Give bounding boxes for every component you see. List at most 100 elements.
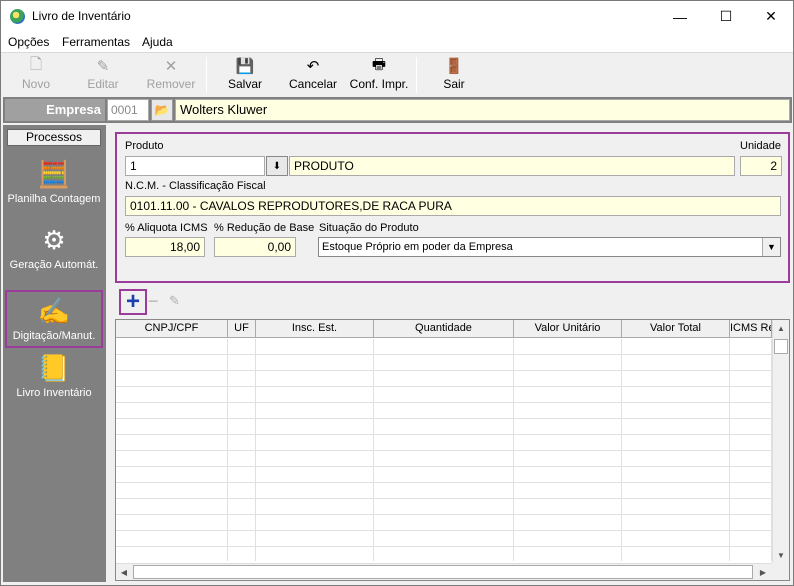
table-cell[interactable] (116, 419, 228, 435)
sidebar-item-digitacao-manut[interactable]: ✍ Digitação/Manut. (5, 290, 103, 348)
table-cell[interactable] (514, 515, 622, 531)
table-row[interactable] (116, 499, 772, 515)
table-cell[interactable] (622, 483, 730, 499)
edit-row-button[interactable]: ✎ (169, 293, 187, 311)
table-cell[interactable] (622, 499, 730, 515)
table-cell[interactable] (730, 547, 772, 561)
table-cell[interactable] (374, 387, 514, 403)
table-cell[interactable] (622, 339, 730, 355)
table-cell[interactable] (228, 467, 256, 483)
table-cell[interactable] (116, 339, 228, 355)
table-cell[interactable] (228, 531, 256, 547)
table-cell[interactable] (228, 483, 256, 499)
table-cell[interactable] (116, 483, 228, 499)
table-cell[interactable] (622, 419, 730, 435)
ncm-field[interactable]: 0101.11.00 - CAVALOS REPRODUTORES,DE RAC… (125, 196, 781, 216)
unidade-field[interactable]: 2 (740, 156, 782, 176)
table-cell[interactable] (374, 419, 514, 435)
col-valor-unitario[interactable]: Valor Unitário (514, 320, 622, 338)
table-cell[interactable] (514, 531, 622, 547)
menu-ajuda[interactable]: Ajuda (142, 35, 173, 49)
table-row[interactable] (116, 467, 772, 483)
table-cell[interactable] (622, 371, 730, 387)
scroll-left-icon[interactable]: ◀ (116, 564, 132, 580)
table-cell[interactable] (256, 355, 374, 371)
table-cell[interactable] (116, 355, 228, 371)
table-cell[interactable] (228, 499, 256, 515)
table-cell[interactable] (116, 435, 228, 451)
table-cell[interactable] (514, 547, 622, 561)
table-cell[interactable] (228, 403, 256, 419)
empresa-name-field[interactable]: Wolters Kluwer (175, 99, 790, 121)
table-cell[interactable] (730, 451, 772, 467)
table-cell[interactable] (374, 547, 514, 561)
table-row[interactable] (116, 339, 772, 355)
table-cell[interactable] (228, 371, 256, 387)
scroll-down-icon[interactable]: ▼ (773, 547, 789, 564)
horizontal-scroll-thumb[interactable] (133, 565, 753, 579)
col-valor-total[interactable]: Valor Total (622, 320, 730, 338)
col-cnpj-cpf[interactable]: CNPJ/CPF (116, 320, 228, 338)
vertical-scrollbar[interactable]: ▲ ▼ (772, 320, 789, 564)
table-cell[interactable] (622, 435, 730, 451)
table-cell[interactable] (730, 483, 772, 499)
table-cell[interactable] (730, 419, 772, 435)
table-cell[interactable] (514, 435, 622, 451)
table-cell[interactable] (374, 467, 514, 483)
table-cell[interactable] (374, 371, 514, 387)
close-button[interactable]: ✕ (748, 1, 794, 32)
table-cell[interactable] (622, 515, 730, 531)
table-cell[interactable] (228, 547, 256, 561)
table-cell[interactable] (622, 531, 730, 547)
table-row[interactable] (116, 403, 772, 419)
table-cell[interactable] (514, 451, 622, 467)
table-cell[interactable] (514, 387, 622, 403)
scroll-up-icon[interactable]: ▲ (773, 320, 789, 337)
table-cell[interactable] (374, 515, 514, 531)
table-cell[interactable] (374, 435, 514, 451)
table-cell[interactable] (228, 419, 256, 435)
col-insc-est[interactable]: Insc. Est. (256, 320, 374, 338)
vertical-scroll-thumb[interactable] (774, 339, 788, 354)
table-cell[interactable] (730, 531, 772, 547)
add-row-button[interactable]: + (119, 289, 147, 315)
table-cell[interactable] (228, 451, 256, 467)
sidebar-item-geracao-automat[interactable]: ⚙ Geração Automát. (5, 221, 103, 279)
table-cell[interactable] (730, 371, 772, 387)
table-cell[interactable] (374, 499, 514, 515)
produto-desc-field[interactable]: PRODUTO (289, 156, 735, 176)
reducao-field[interactable]: 0,00 (214, 237, 296, 257)
sair-button[interactable]: 🚪 Sair (427, 55, 481, 95)
icms-field[interactable]: 18,00 (125, 237, 205, 257)
sidebar-item-livro-inventario[interactable]: 📒 Livro Inventário (5, 349, 103, 407)
table-cell[interactable] (256, 499, 374, 515)
table-cell[interactable] (514, 419, 622, 435)
table-row[interactable] (116, 515, 772, 531)
folder-open-icon[interactable]: 📂 (151, 99, 173, 121)
table-row[interactable] (116, 435, 772, 451)
table-cell[interactable] (730, 435, 772, 451)
editar-button[interactable]: ✎ Editar (73, 55, 133, 95)
sidebar-item-planilha-contagem[interactable]: 🧮 Planilha Contagem (5, 155, 103, 213)
empresa-code-field[interactable]: 0001 (107, 99, 149, 121)
table-cell[interactable] (622, 403, 730, 419)
table-cell[interactable] (116, 531, 228, 547)
remove-row-button[interactable]: − (148, 292, 164, 311)
minimize-button[interactable]: — (657, 1, 703, 32)
table-row[interactable] (116, 387, 772, 403)
table-cell[interactable] (374, 483, 514, 499)
data-grid[interactable]: CNPJ/CPF UF Insc. Est. Quantidade Valor … (115, 319, 790, 581)
table-cell[interactable] (730, 499, 772, 515)
scroll-right-icon[interactable]: ▶ (755, 564, 771, 580)
table-row[interactable] (116, 419, 772, 435)
table-cell[interactable] (374, 531, 514, 547)
table-cell[interactable] (256, 339, 374, 355)
table-cell[interactable] (730, 515, 772, 531)
table-cell[interactable] (256, 371, 374, 387)
table-cell[interactable] (514, 403, 622, 419)
table-cell[interactable] (374, 339, 514, 355)
table-row[interactable] (116, 355, 772, 371)
table-cell[interactable] (116, 451, 228, 467)
col-quantidade[interactable]: Quantidade (374, 320, 514, 338)
conf-impr-button[interactable]: 🖶 Conf. Impr. (347, 55, 411, 95)
